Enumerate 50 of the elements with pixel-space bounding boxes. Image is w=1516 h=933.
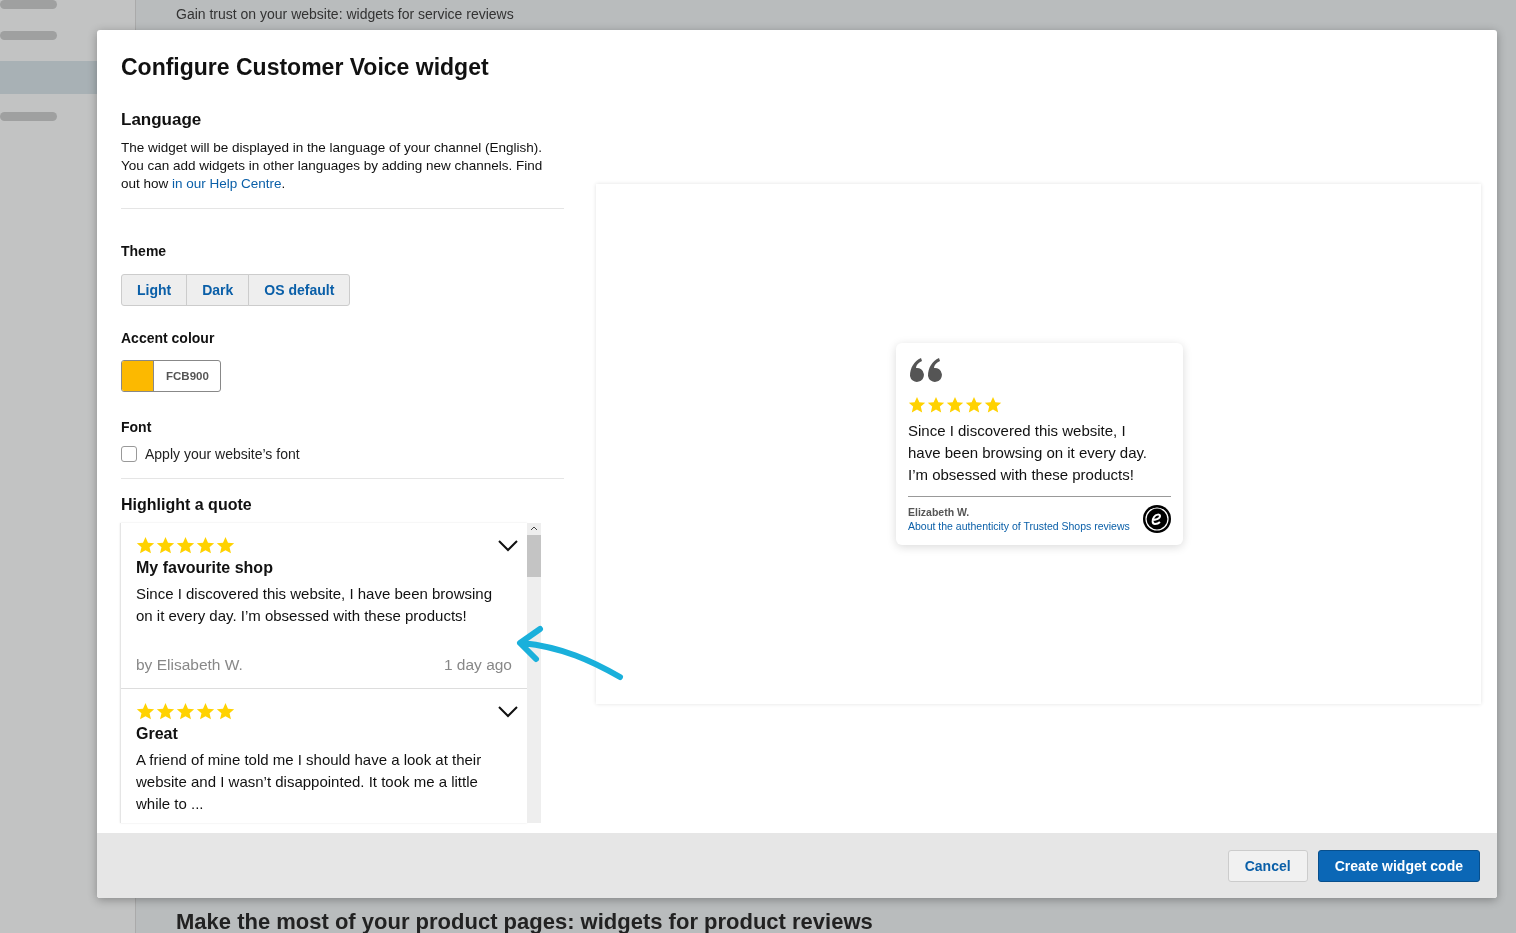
authenticity-link[interactable]: About the authenticity of Trusted Shops reviews bbox=[908, 520, 1130, 532]
review-date: 1 day ago bbox=[443, 656, 512, 674]
star-icon bbox=[908, 396, 926, 414]
section-heading: Language bbox=[121, 110, 203, 130]
star-icon bbox=[156, 536, 175, 555]
star-icon bbox=[946, 396, 964, 414]
chevron-down-icon[interactable] bbox=[498, 539, 518, 552]
theme-option[interactable]: Light bbox=[121, 274, 188, 306]
star-icon bbox=[176, 536, 195, 555]
theme-option[interactable]: OS default bbox=[248, 274, 351, 306]
star-icon bbox=[136, 536, 155, 555]
review-text: Since I discovered this website, I have been browsing on it every day. I’m obsessed with these products! bbox=[908, 421, 1149, 485]
colour-field[interactable]: FCB900 bbox=[121, 360, 221, 392]
star-icon bbox=[196, 536, 215, 555]
field-label: Accent colour bbox=[121, 330, 216, 346]
review-title: My favourite shop bbox=[136, 559, 274, 577]
quote-icon bbox=[908, 358, 942, 384]
star-icon bbox=[216, 702, 235, 721]
dialog-title: Configure Customer Voice widget bbox=[121, 54, 490, 81]
seal-icon bbox=[1143, 505, 1171, 533]
page-heading: Gain trust on your website: widgets for service reviews bbox=[176, 6, 515, 22]
field-label: Theme bbox=[121, 243, 168, 259]
star-icon bbox=[216, 536, 235, 555]
scrollbar[interactable] bbox=[527, 523, 541, 823]
star-icon bbox=[927, 396, 945, 414]
star-icon bbox=[136, 702, 155, 721]
colour-swatch bbox=[122, 361, 154, 391]
star-icon bbox=[965, 396, 983, 414]
star-icon bbox=[984, 396, 1002, 414]
scrollbar-thumb[interactable] bbox=[527, 535, 541, 577]
page-heading: Make the most of your product pages: widgets for product reviews bbox=[176, 909, 874, 933]
review-author: Elizabeth W. bbox=[908, 506, 971, 518]
star-icon bbox=[176, 702, 195, 721]
section-heading: Highlight a quote bbox=[121, 496, 253, 514]
scroll-up-icon[interactable] bbox=[530, 526, 538, 531]
review-text: A friend of mine told me I should have a look at their website and I wasn’t disappointed. It took me a little while to ... bbox=[136, 750, 483, 814]
language-description: The widget will be displayed in the language of your channel (English). You can add widgets in other languages by adding new channels. Find out how in our Help Centre. bbox=[121, 139, 544, 193]
cancel-button[interactable]: Cancel bbox=[1227, 849, 1308, 882]
checkbox[interactable] bbox=[121, 446, 137, 462]
review-author: by Elisabeth W. bbox=[136, 656, 243, 674]
star-icon bbox=[156, 702, 175, 721]
star-icon bbox=[196, 702, 215, 721]
review-title: Great bbox=[136, 725, 179, 743]
help-centre-link[interactable]: in our Help Centre bbox=[172, 176, 282, 191]
field-label: Font bbox=[121, 419, 153, 435]
checkbox-label: Apply your website’s font bbox=[145, 446, 300, 462]
chevron-down-icon[interactable] bbox=[498, 705, 518, 718]
review-text: Since I discovered this website, I have been browsing on it every day. I’m obsessed with these products! bbox=[136, 584, 494, 626]
create-button[interactable]: Create widget code bbox=[1317, 849, 1480, 882]
theme-option[interactable]: Dark bbox=[186, 274, 250, 306]
